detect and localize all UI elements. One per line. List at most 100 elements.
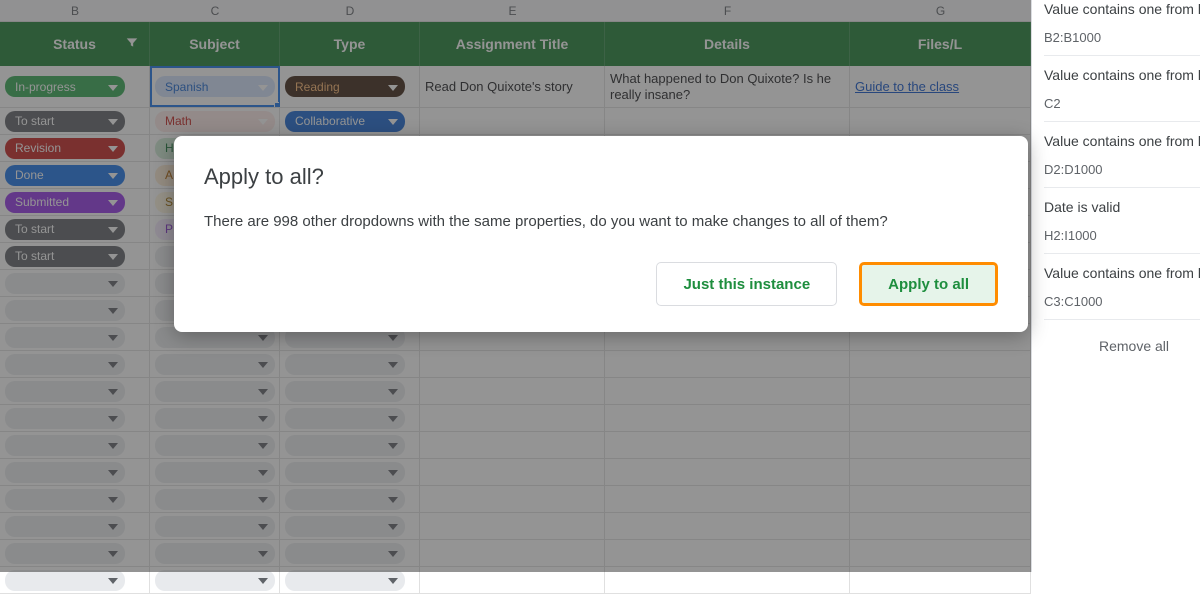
header-subject: Subject bbox=[150, 22, 280, 66]
dropdown-chip-empty[interactable] bbox=[285, 516, 405, 537]
chevron-down-icon bbox=[383, 465, 398, 479]
dropdown-chip-empty[interactable] bbox=[155, 516, 275, 537]
details-cell[interactable]: What happened to Don Quixote? Is he real… bbox=[605, 66, 850, 107]
col-letter[interactable]: F bbox=[605, 0, 850, 21]
chevron-down-icon bbox=[253, 465, 268, 479]
dropdown-chip-empty[interactable] bbox=[155, 435, 275, 456]
just-this-instance-button[interactable]: Just this instance bbox=[656, 262, 837, 306]
chevron-down-icon bbox=[103, 80, 118, 94]
assignment-title[interactable]: Read Don Quixote's story bbox=[420, 66, 605, 107]
chevron-down-icon bbox=[383, 330, 398, 344]
col-letter[interactable]: E bbox=[420, 0, 605, 21]
dropdown-chip[interactable]: In-progress bbox=[5, 76, 125, 97]
dropdown-chip[interactable]: Reading bbox=[285, 76, 405, 97]
dropdown-chip-empty[interactable] bbox=[285, 381, 405, 402]
dropdown-chip[interactable]: Submitted bbox=[5, 192, 125, 213]
dropdown-chip-empty[interactable] bbox=[155, 408, 275, 429]
dropdown-chip-empty[interactable] bbox=[285, 543, 405, 564]
chevron-down-icon bbox=[253, 492, 268, 506]
dropdown-chip-empty[interactable] bbox=[155, 489, 275, 510]
dropdown-chip-empty[interactable] bbox=[285, 570, 405, 591]
chevron-down-icon bbox=[383, 114, 398, 128]
dropdown-chip-empty[interactable] bbox=[5, 462, 125, 483]
data-validation-sidebar: Value contains one from listB2:B1000Valu… bbox=[1031, 0, 1200, 572]
chevron-down-icon bbox=[383, 384, 398, 398]
dropdown-chip-empty[interactable] bbox=[285, 435, 405, 456]
filter-icon[interactable] bbox=[125, 36, 139, 53]
dropdown-chip-empty[interactable] bbox=[5, 408, 125, 429]
column-letter-row: B C D E F G bbox=[0, 0, 1031, 22]
col-letter[interactable]: B bbox=[0, 0, 150, 21]
apply-to-all-button[interactable]: Apply to all bbox=[859, 262, 998, 306]
dropdown-chip-empty[interactable] bbox=[155, 570, 275, 591]
validation-rule[interactable]: Value contains one from listD2:D1000 bbox=[1044, 122, 1200, 188]
dropdown-chip-empty[interactable] bbox=[285, 462, 405, 483]
dropdown-chip-empty[interactable] bbox=[285, 354, 405, 375]
chevron-down-icon bbox=[383, 411, 398, 425]
dropdown-chip-empty[interactable] bbox=[155, 381, 275, 402]
chevron-down-icon bbox=[383, 519, 398, 533]
dropdown-chip[interactable]: Collaborative bbox=[285, 111, 405, 132]
apply-to-all-dialog: Apply to all? There are 998 other dropdo… bbox=[174, 136, 1028, 332]
dropdown-chip-empty[interactable] bbox=[5, 489, 125, 510]
table-row bbox=[0, 432, 1031, 459]
dropdown-chip-empty[interactable] bbox=[5, 381, 125, 402]
dropdown-chip-empty[interactable] bbox=[5, 354, 125, 375]
rule-range: C2 bbox=[1044, 96, 1200, 111]
rule-range: H2:I1000 bbox=[1044, 228, 1200, 243]
chevron-down-icon bbox=[253, 384, 268, 398]
chevron-down-icon bbox=[103, 276, 118, 290]
chevron-down-icon bbox=[103, 573, 118, 587]
dropdown-chip-empty[interactable] bbox=[285, 408, 405, 429]
table-row bbox=[0, 513, 1031, 540]
file-link[interactable]: Guide to the class bbox=[855, 79, 959, 94]
dropdown-chip[interactable]: Revision bbox=[5, 138, 125, 159]
dropdown-chip-empty[interactable] bbox=[5, 516, 125, 537]
dropdown-chip-empty[interactable] bbox=[5, 435, 125, 456]
dropdown-chip[interactable]: Spanish bbox=[155, 76, 275, 97]
chevron-down-icon bbox=[253, 519, 268, 533]
dropdown-chip-empty[interactable] bbox=[5, 327, 125, 348]
dropdown-chip-empty[interactable] bbox=[285, 489, 405, 510]
remove-all-button[interactable]: Remove all bbox=[1044, 320, 1200, 354]
header-files: Files/L bbox=[850, 22, 1031, 66]
dropdown-chip-empty[interactable] bbox=[5, 273, 125, 294]
dropdown-chip-empty[interactable] bbox=[155, 462, 275, 483]
dropdown-chip-empty[interactable] bbox=[155, 543, 275, 564]
chevron-down-icon bbox=[103, 519, 118, 533]
chevron-down-icon bbox=[103, 438, 118, 452]
dropdown-chip[interactable]: To start bbox=[5, 219, 125, 240]
col-letter[interactable]: G bbox=[850, 0, 1031, 21]
dropdown-chip-empty[interactable] bbox=[155, 354, 275, 375]
chevron-down-icon bbox=[103, 114, 118, 128]
table-row: In-progress Spanish Reading Read Don Quixot… bbox=[0, 66, 1031, 108]
dropdown-chip[interactable]: Done bbox=[5, 165, 125, 186]
header-row: Status Subject Type Assignment Title Det… bbox=[0, 22, 1031, 66]
validation-rule[interactable]: Value contains one from listC3:C1000 bbox=[1044, 254, 1200, 320]
dropdown-chip-empty[interactable] bbox=[5, 300, 125, 321]
dropdown-chip[interactable]: To start bbox=[5, 246, 125, 267]
dropdown-chip-empty[interactable] bbox=[5, 543, 125, 564]
chevron-down-icon bbox=[103, 492, 118, 506]
validation-rule[interactable]: Date is validH2:I1000 bbox=[1044, 188, 1200, 254]
validation-rule[interactable]: Value contains one from listB2:B1000 bbox=[1044, 0, 1200, 56]
col-letter[interactable]: C bbox=[150, 0, 280, 21]
validation-rule[interactable]: Value contains one from listC2 bbox=[1044, 56, 1200, 122]
chevron-down-icon bbox=[253, 573, 268, 587]
chevron-down-icon bbox=[253, 357, 268, 371]
header-status: Status bbox=[0, 22, 150, 66]
col-letter[interactable]: D bbox=[280, 0, 420, 21]
chevron-down-icon bbox=[253, 411, 268, 425]
chevron-down-icon bbox=[383, 438, 398, 452]
table-row bbox=[0, 351, 1031, 378]
chevron-down-icon bbox=[103, 141, 118, 155]
chevron-down-icon bbox=[103, 411, 118, 425]
chevron-down-icon bbox=[103, 357, 118, 371]
chevron-down-icon bbox=[253, 80, 268, 94]
dialog-body: There are 998 other dropdowns with the s… bbox=[204, 212, 998, 232]
dropdown-chip[interactable]: Math bbox=[155, 111, 275, 132]
chevron-down-icon bbox=[383, 357, 398, 371]
dropdown-chip[interactable]: To start bbox=[5, 111, 125, 132]
rule-range: D2:D1000 bbox=[1044, 162, 1200, 177]
dropdown-chip-empty[interactable] bbox=[5, 570, 125, 591]
